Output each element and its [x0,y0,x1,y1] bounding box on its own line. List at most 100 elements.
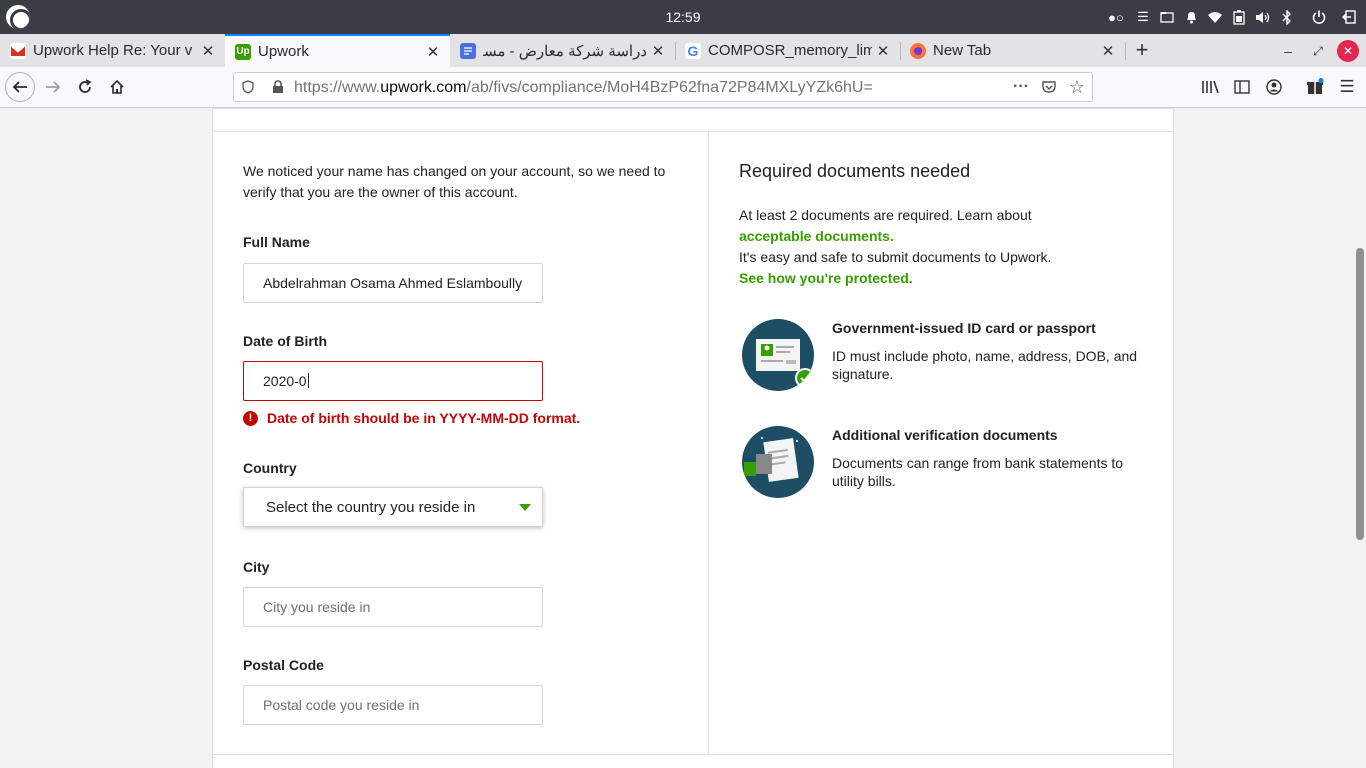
back-button[interactable] [5,72,35,102]
required-docs-line-1: At least 2 documents are required. Learn… [739,207,1032,223]
tab-separator [1125,42,1126,60]
notification-bell-icon[interactable] [1182,8,1200,26]
logout-icon[interactable] [1340,8,1358,26]
power-icon[interactable] [1310,8,1328,26]
account-icon[interactable] [1264,77,1284,97]
tab-title: Upwork [258,43,309,60]
city-input[interactable]: City you reside in [243,587,543,627]
verification-intro-text: We noticed your name has changed on your… [243,163,666,200]
tab-docs[interactable]: دراسة شركة معارض - مستن ✕ [450,34,675,67]
full-name-value: Abdelrahman Osama Ahmed Eslamboully [263,275,523,291]
url-prefix: https://www. [294,79,381,96]
docs-icon [460,42,476,59]
close-tab-icon[interactable]: ✕ [647,42,669,60]
os-top-bar: 12:59 ●○ ☰ [0,0,1366,34]
battery-icon[interactable] [1230,8,1248,26]
folder-icon[interactable] [1158,8,1176,26]
tab-separator [675,42,676,60]
maximize-window-icon[interactable]: ⤢ [1307,40,1329,62]
pocket-icon[interactable] [1040,78,1058,96]
postal-code-input[interactable]: Postal code you reside in [243,685,543,725]
home-button[interactable] [102,72,132,102]
gmail-icon [10,42,26,59]
tab-title: COMPOSR_memory_limi [708,42,872,59]
tab-title: Upwork Help Re: Your v [33,42,193,59]
verification-card: We noticed your name has changed on your… [212,108,1174,768]
country-label: Country [243,460,297,476]
menu-icon[interactable]: ☰ [1134,8,1152,26]
record-toggle-icon[interactable]: ●○ [1104,8,1128,26]
country-select[interactable]: Select the country you reside in [243,487,543,527]
system-tray: ●○ ☰ [1104,6,1358,28]
sidebar-toggle-icon[interactable] [1232,77,1252,97]
id-card-icon [742,319,814,391]
tab-separator [900,42,901,60]
full-name-label: Full Name [243,234,310,250]
url-domain: upwork.com [380,79,467,96]
app-menu-icon[interactable]: ☰ [1337,77,1357,97]
error-alert-icon: ! [243,410,258,426]
close-tab-icon[interactable]: ✕ [872,42,894,60]
bluetooth-icon[interactable] [1278,8,1296,26]
page-scrollbar[interactable] [1354,108,1366,768]
browser-tab-strip: Upwork Help Re: Your v ✕ Up Upwork ✕ درا… [0,34,1366,67]
dob-error-text: Date of birth should be in YYYY-MM-DD fo… [267,410,581,426]
document-icon [742,426,814,498]
card-footer-line [213,754,1173,755]
date-of-birth-value-wrap: 2020-0 [263,373,309,389]
page-viewport: We noticed your name has changed on your… [0,108,1366,768]
scrollbar-thumb[interactable] [1356,248,1364,540]
reload-button[interactable] [70,72,100,102]
required-docs-text-1: At least 2 documents are required. Learn… [739,205,1099,247]
page-actions-icon[interactable]: ··· [1012,78,1030,96]
tab-upwork-help[interactable]: Upwork Help Re: Your v ✕ [0,34,225,67]
country-selected-value: Select the country you reside in [266,499,476,516]
doc-desc-additional: Documents can range from bank statements… [832,455,1124,489]
required-docs-title: Required documents needed [739,161,971,181]
column-divider [708,132,709,755]
extensions-icon[interactable] [1305,77,1325,97]
city-placeholder: City you reside in [263,599,371,615]
card-header-strip [213,109,1173,132]
see-how-protected-link[interactable]: See how you're protected. [739,270,913,286]
firefox-icon [910,42,926,59]
browser-nav-bar: https://www.upwork.com/ab/fivs/complianc… [0,67,1366,108]
forward-button[interactable] [38,72,68,102]
tab-title: New Tab [933,42,992,59]
url-bar[interactable]: https://www.upwork.com/ab/fivs/complianc… [233,72,1093,102]
os-menu-logo-icon[interactable] [6,5,30,29]
acceptable-documents-link[interactable]: acceptable documents. [739,228,894,244]
url-path: /ab/fivs/compliance/MoH4BzP62fna72P84MXL… [466,79,873,96]
lock-icon[interactable] [269,78,287,96]
close-tab-icon[interactable]: ✕ [197,42,219,60]
doc-desc-id: ID must include photo, name, address, DO… [832,348,1138,382]
url-text: https://www.upwork.com/ab/fivs/complianc… [294,79,873,97]
date-of-birth-input[interactable]: 2020-0 [243,361,543,401]
new-tab-button[interactable]: + [1129,37,1155,63]
tab-composr[interactable]: G COMPOSR_memory_limi ✕ [675,34,900,67]
tracking-shield-icon[interactable] [239,78,257,96]
bookmark-star-icon[interactable]: ☆ [1068,77,1086,97]
tab-upwork[interactable]: Up Upwork ✕ [225,34,450,67]
postal-code-label: Postal Code [243,657,324,673]
chevron-down-icon [519,504,531,511]
tab-title: دراسة شركة معارض - مستن [483,42,647,60]
close-window-icon[interactable]: ✕ [1337,40,1359,62]
date-of-birth-label: Date of Birth [243,333,327,349]
close-tab-icon[interactable]: ✕ [1097,42,1119,60]
city-label: City [243,559,270,575]
tab-new-tab[interactable]: New Tab ✕ [900,34,1125,67]
required-docs-text-2: It's easy and safe to submit documents t… [739,249,1052,265]
full-name-input[interactable]: Abdelrahman Osama Ahmed Eslamboully [243,263,543,303]
wifi-icon[interactable] [1206,8,1224,26]
text-caret [307,373,309,388]
close-tab-icon[interactable]: ✕ [422,43,444,61]
volume-icon[interactable] [1254,8,1272,26]
postal-code-placeholder: Postal code you reside in [263,697,420,713]
dob-error-message: ! Date of birth should be in YYYY-MM-DD … [243,410,580,426]
upwork-icon: Up [235,43,251,60]
required-docs-text-3: See how you're protected. [739,268,1099,289]
date-of-birth-value: 2020-0 [263,373,307,389]
library-icon[interactable] [1200,77,1220,97]
minimize-window-icon[interactable]: – [1277,40,1299,62]
